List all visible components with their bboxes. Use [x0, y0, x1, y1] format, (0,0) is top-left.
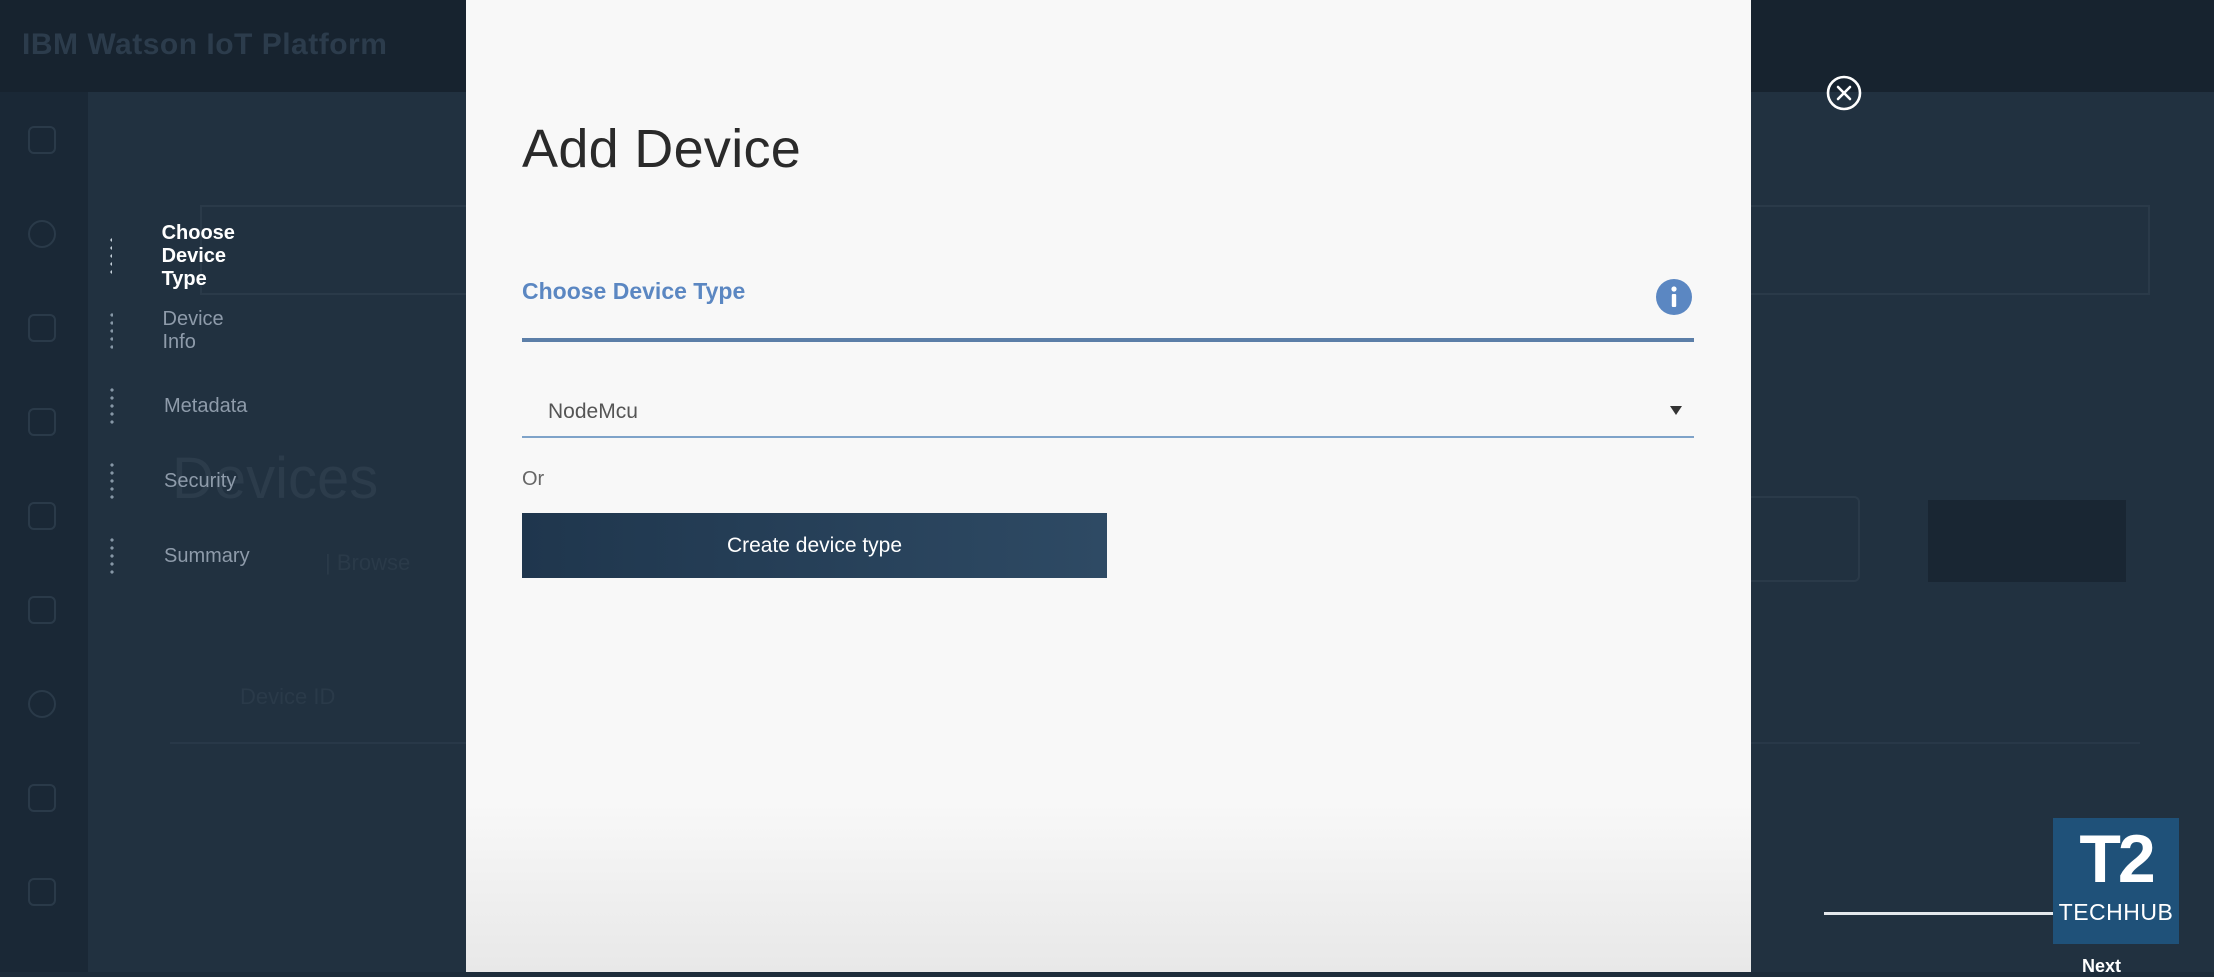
- add-device-modal: Add Device Choose Device Type NodeMcu Or…: [466, 0, 1751, 972]
- progress-line: [1824, 912, 2064, 915]
- brand-logo: IBM Watson IoT Platform: [22, 28, 388, 61]
- close-circle-icon[interactable]: [1826, 75, 1862, 111]
- left-rail: [0, 92, 88, 972]
- step-choose-device-type[interactable]: Choose Device Type: [110, 222, 237, 290]
- step-label: Metadata: [164, 394, 248, 417]
- section-title: Choose Device Type: [522, 278, 746, 304]
- browse-tab: | Browse: [325, 550, 411, 575]
- create-device-type-button[interactable]: Create device type: [522, 513, 1107, 578]
- watermark-logo: T2 TECHHUB: [2053, 818, 2179, 944]
- device-type-select[interactable]: NodeMcu: [522, 388, 1694, 438]
- rules-icon: [28, 502, 56, 530]
- bg-outline-button: [1740, 496, 1860, 582]
- step-metadata[interactable]: Metadata: [110, 386, 247, 426]
- dashboard-icon: [28, 126, 56, 154]
- step-indicator: [110, 536, 114, 576]
- step-summary[interactable]: Summary: [110, 536, 250, 576]
- column-header: Device ID: [240, 684, 336, 709]
- usage-icon: [28, 596, 56, 624]
- members-icon: [28, 408, 56, 436]
- caret-down-icon: [1670, 406, 1682, 415]
- step-indicator: [110, 461, 114, 501]
- modal-title: Add Device: [522, 119, 802, 179]
- step-label: Device Info: [162, 308, 224, 353]
- globe-icon: [28, 220, 56, 248]
- step-indicator: [110, 311, 113, 351]
- step-label: Summary: [164, 544, 250, 567]
- info-icon[interactable]: [1656, 279, 1692, 315]
- step-indicator: [110, 236, 112, 276]
- bg-add-device-button: [1928, 500, 2126, 582]
- next-button[interactable]: Next: [2082, 956, 2121, 977]
- security-icon: [28, 690, 56, 718]
- select-value: NodeMcu: [548, 400, 638, 423]
- settings-icon: [28, 878, 56, 906]
- step-device-info[interactable]: Device Info: [110, 308, 225, 353]
- logo-small-text: TECHHUB: [2058, 899, 2174, 925]
- step-security[interactable]: Security: [110, 461, 236, 501]
- devices-icon: [28, 314, 56, 342]
- step-label: Security: [164, 469, 237, 492]
- logo-big-text: T2: [2079, 821, 2155, 897]
- section-divider: [522, 338, 1694, 342]
- or-label: Or: [522, 468, 545, 490]
- modal-fade: [466, 802, 1751, 972]
- step-indicator: [110, 386, 114, 426]
- step-label: Choose Device Type: [161, 221, 235, 290]
- extensions-icon: [28, 784, 56, 812]
